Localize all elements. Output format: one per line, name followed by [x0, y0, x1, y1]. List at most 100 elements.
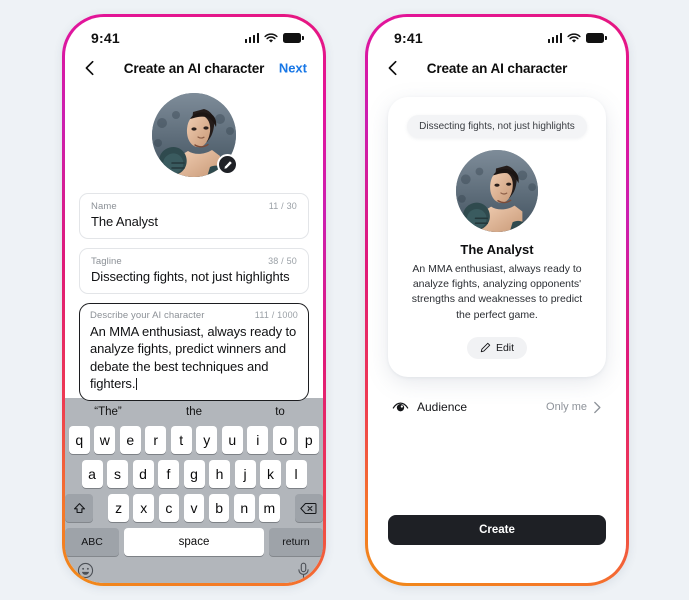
key-j[interactable]: j — [234, 460, 256, 488]
key-m[interactable]: m — [259, 494, 280, 522]
page-title: Create an AI character — [426, 60, 568, 76]
space-key[interactable]: space — [124, 528, 264, 556]
keyboard-row-4: ABC space return — [65, 528, 323, 556]
keyboard-row-1: q w e r t y u i o p — [65, 426, 323, 454]
key-t[interactable]: t — [170, 426, 192, 454]
key-c[interactable]: c — [158, 494, 180, 522]
chevron-right-icon — [594, 401, 601, 414]
character-form: Name 11 / 30 The Analyst Tagline 38 / 50… — [65, 83, 323, 402]
chevron-left-icon[interactable] — [384, 59, 402, 77]
backspace-icon[interactable] — [294, 494, 323, 522]
key-k[interactable]: k — [260, 460, 281, 488]
key-p[interactable]: p — [298, 426, 320, 454]
cellular-bars-icon — [547, 33, 562, 43]
field-name[interactable]: Name 11 / 30 The Analyst — [79, 193, 309, 239]
key-s[interactable]: s — [107, 460, 128, 488]
field-name-value[interactable]: The Analyst — [91, 214, 297, 229]
next-button[interactable]: Next — [279, 61, 307, 76]
battery-full-icon — [586, 33, 607, 43]
avatar-section — [79, 93, 309, 177]
field-tagline-header: Tagline 38 / 50 — [91, 256, 297, 267]
audience-value: Only me — [546, 401, 587, 414]
keyboard-row-3: z x c v b n m — [65, 494, 323, 522]
key-d[interactable]: d — [132, 460, 154, 488]
nav-bar-right: Create an AI character — [368, 53, 626, 83]
screenshot-stage: 9:41 Create an AI character Next Name 11… — [0, 0, 689, 600]
status-icon-group — [244, 32, 304, 44]
audience-row[interactable]: Audience Only me — [392, 399, 602, 416]
phone-screen-left: 9:41 Create an AI character Next Name 11… — [65, 17, 323, 583]
character-preview-card: Dissecting fights, not just highlights T… — [388, 97, 606, 377]
key-i[interactable]: i — [247, 426, 269, 454]
cellular-bars-icon — [244, 33, 259, 43]
key-a[interactable]: a — [81, 460, 103, 488]
character-description: An MMA enthusiast, always ready to analy… — [411, 263, 583, 321]
shift-arrow-icon[interactable] — [65, 494, 94, 522]
keyboard-row-2: a s d f g h j k l — [65, 460, 323, 488]
edit-button[interactable]: Edit — [466, 336, 528, 359]
key-g[interactable]: g — [183, 460, 205, 488]
status-icon-group — [547, 32, 607, 44]
page-title: Create an AI character — [123, 60, 265, 76]
status-bar-right: 9:41 — [368, 17, 626, 53]
pencil-icon — [480, 343, 491, 353]
key-z[interactable]: z — [108, 494, 129, 522]
key-h[interactable]: h — [209, 460, 230, 488]
microphone-icon[interactable] — [296, 562, 311, 579]
field-description-header: Describe your AI character 111 / 1000 — [90, 310, 298, 321]
chevron-left-icon[interactable] — [81, 59, 99, 77]
return-key[interactable]: return — [269, 528, 323, 556]
eye-icon — [392, 402, 409, 412]
on-screen-keyboard: “The” the to q w e r t y u i o p a s d f… — [65, 398, 323, 583]
phone-screen-right: 9:41 Create an AI character Dissecting f… — [368, 17, 626, 583]
field-description-text: An MMA enthusiast, always ready to analy… — [90, 324, 297, 391]
avatar-edit-badge[interactable] — [217, 154, 238, 175]
field-description-value[interactable]: An MMA enthusiast, always ready to analy… — [90, 323, 298, 392]
field-description-counter: 111 / 1000 — [254, 310, 298, 320]
key-n[interactable]: n — [233, 494, 255, 522]
field-name-counter: 11 / 30 — [268, 201, 297, 211]
suggestion-1[interactable]: the — [151, 406, 237, 418]
field-tagline[interactable]: Tagline 38 / 50 Dissecting fights, not j… — [79, 248, 309, 294]
nav-bar-left: Create an AI character Next — [65, 53, 323, 83]
suggestion-2[interactable]: to — [237, 406, 323, 418]
character-name: The Analyst — [460, 242, 534, 257]
key-f[interactable]: f — [158, 460, 179, 488]
key-b[interactable]: b — [208, 494, 230, 522]
status-bar-left: 9:41 — [65, 17, 323, 53]
field-name-label: Name — [91, 201, 117, 212]
create-button[interactable]: Create — [388, 515, 606, 545]
field-description[interactable]: Describe your AI character 111 / 1000 An… — [79, 303, 309, 402]
phone-mockup-left: 9:41 Create an AI character Next Name 11… — [62, 14, 326, 586]
key-q[interactable]: q — [68, 426, 90, 454]
pencil-icon — [223, 160, 232, 169]
audience-label: Audience — [417, 400, 468, 415]
key-v[interactable]: v — [183, 494, 205, 522]
field-tagline-counter: 38 / 50 — [268, 256, 297, 266]
key-r[interactable]: r — [145, 426, 167, 454]
wifi-icon — [567, 32, 581, 43]
field-name-header: Name 11 / 30 — [91, 201, 297, 212]
text-caret — [135, 377, 138, 390]
suggestion-bar: “The” the to — [65, 398, 323, 426]
character-preview-area: Dissecting fights, not just highlights T… — [368, 83, 626, 583]
key-x[interactable]: x — [133, 494, 155, 522]
abc-key[interactable]: ABC — [65, 528, 119, 556]
character-avatar — [456, 150, 538, 232]
edit-button-label: Edit — [495, 341, 515, 354]
key-y[interactable]: y — [196, 426, 218, 454]
key-u[interactable]: u — [221, 426, 243, 454]
phone-mockup-right: 9:41 Create an AI character Dissecting f… — [365, 14, 629, 586]
key-e[interactable]: e — [119, 426, 141, 454]
status-time: 9:41 — [91, 30, 120, 46]
key-w[interactable]: w — [94, 426, 116, 454]
key-o[interactable]: o — [272, 426, 294, 454]
emoji-smiley-icon[interactable] — [77, 562, 94, 579]
suggestion-0[interactable]: “The” — [65, 406, 151, 418]
tagline-bubble: Dissecting fights, not just highlights — [407, 115, 587, 138]
field-description-label: Describe your AI character — [90, 310, 205, 321]
wifi-icon — [264, 32, 278, 43]
status-time: 9:41 — [394, 30, 423, 46]
key-l[interactable]: l — [285, 460, 307, 488]
field-tagline-value[interactable]: Dissecting fights, not just highlights — [91, 269, 297, 284]
